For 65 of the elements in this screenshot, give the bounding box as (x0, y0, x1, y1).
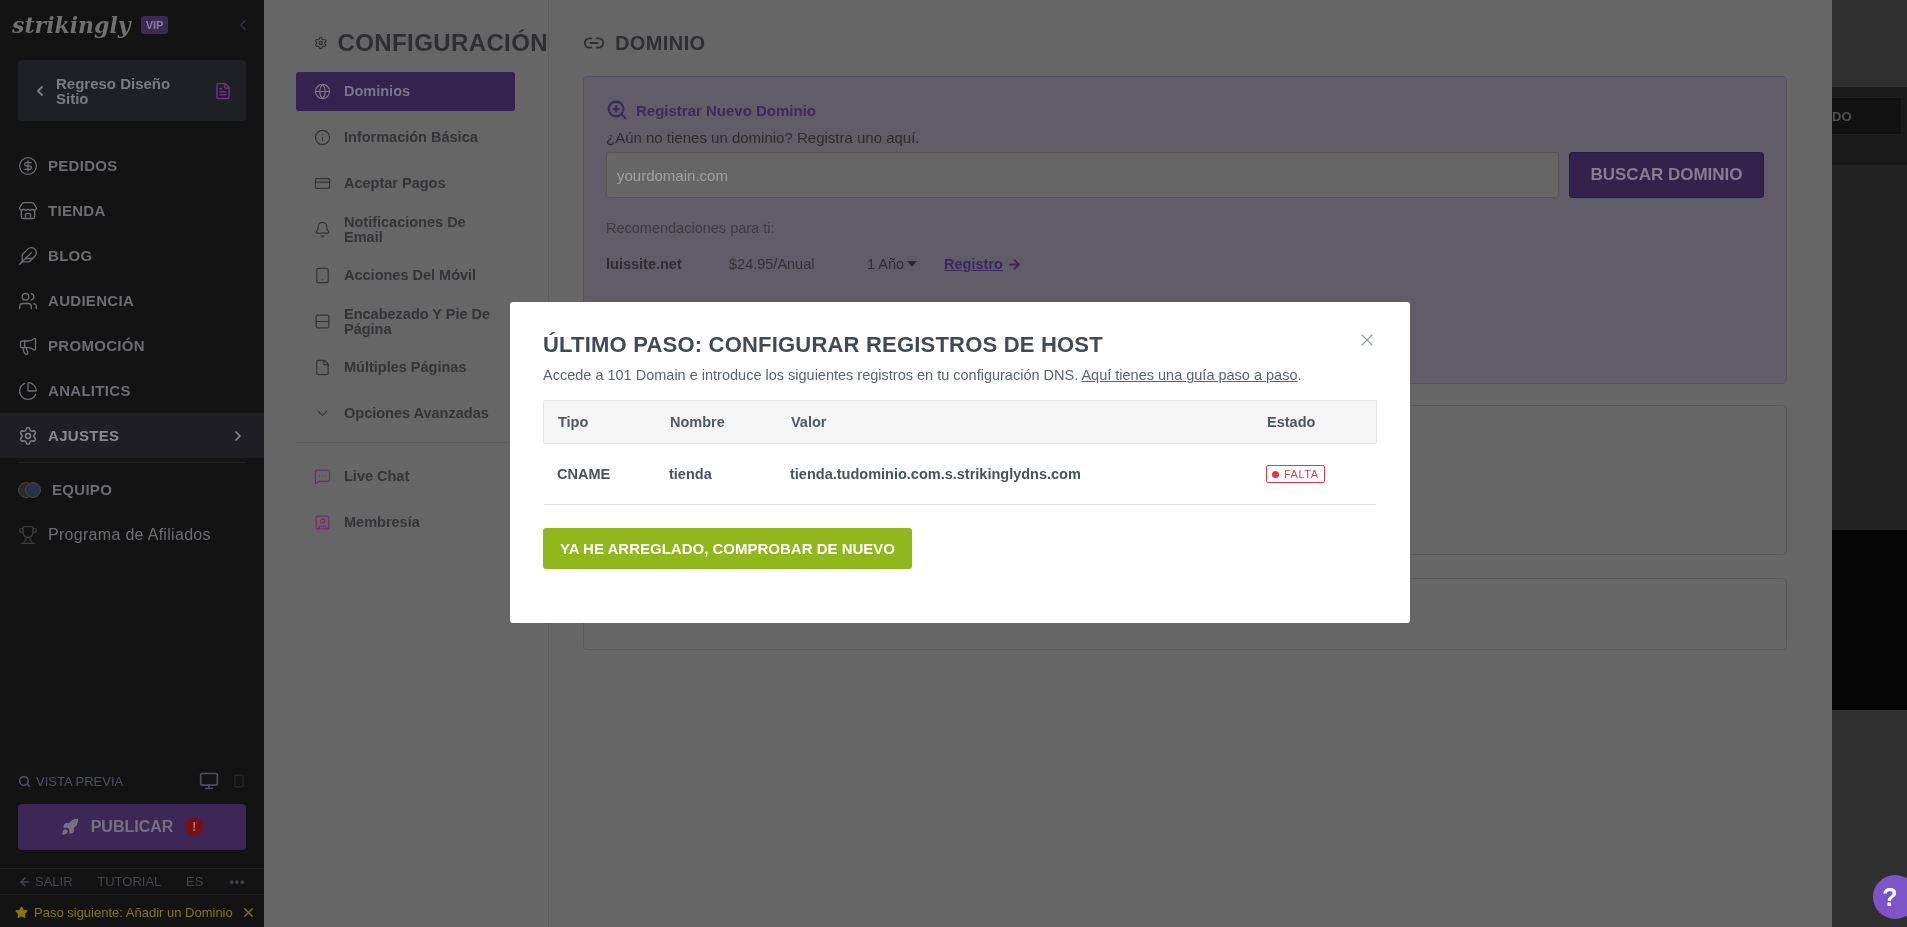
globe-icon (314, 83, 331, 100)
table-cell-text: CNAME (557, 466, 612, 482)
sidebar-item[interactable]: BLOG (0, 233, 264, 278)
star-icon (15, 905, 28, 919)
sidebar-item[interactable]: TIENDA (0, 188, 264, 233)
language-link[interactable]: ES (186, 874, 204, 889)
sidebar-item[interactable]: Programa de Afiliados (0, 512, 264, 557)
table-cell-text: tienda.tudominio.com.s.strikinglydns.com (790, 466, 1082, 482)
check-again-button[interactable]: YA HE ARREGLADO, COMPROBAR DE NUEVO (543, 528, 913, 569)
users-icon (18, 290, 38, 311)
preview-label[interactable]: VISTA PREVIA (36, 773, 194, 789)
column-header: Valor (791, 414, 828, 430)
status-badge: FALTA (1266, 465, 1325, 483)
settings-icon (18, 425, 38, 446)
search-icon (18, 774, 31, 788)
dialog-title: ÚLTIMO PASO: CONFIGURAR REGISTROS DE HOST (543, 332, 1103, 358)
tablet-icon (314, 267, 331, 284)
card-icon (314, 175, 331, 192)
page-icon (314, 359, 331, 376)
tutorial-link[interactable]: TUTORIAL (97, 874, 162, 889)
register-subtitle: ¿Aún no tienes un dominio? Registra uno aquí. (606, 129, 921, 146)
trophy-icon (18, 524, 38, 545)
caret-icon (906, 260, 919, 268)
chat-icon (314, 468, 331, 485)
preview-button[interactable]: DO (1832, 97, 1902, 135)
alert-badge: ! (185, 818, 204, 836)
user-square-icon (314, 514, 331, 531)
logo: strikingly (12, 12, 131, 38)
sidebar-item[interactable]: PROMOCIÓN (0, 323, 264, 368)
table-cell-text: tienda (669, 466, 713, 482)
domain-input[interactable]: yourdomain.com (606, 152, 1559, 198)
document-icon (214, 81, 232, 100)
sidebar-item[interactable]: AUDIENCIA (0, 278, 264, 323)
tip-text: Paso siguiente: Añadir un Dominio (34, 905, 234, 919)
settings-title: CONFIGURACIÓN (337, 29, 548, 57)
column-header: Tipo (558, 414, 590, 430)
vip-badge: VIP (140, 16, 169, 34)
sidebar-item[interactable]: AJUSTES (0, 413, 264, 458)
feather-icon (18, 245, 38, 266)
back-button[interactable]: Regreso Diseño Sitio (18, 60, 246, 121)
pie-chart-icon (18, 380, 38, 401)
store-icon (18, 200, 38, 221)
column-header: Nombre (670, 414, 726, 430)
exit-link[interactable]: SALIR (18, 874, 73, 889)
column-header: Estado (1267, 414, 1317, 430)
arrow-right-icon (1006, 256, 1022, 272)
search-domain-button[interactable]: BUSCAR DOMINIO (1569, 152, 1764, 198)
settings-nav-item[interactable]: Dominios (296, 72, 515, 111)
publish-button[interactable]: PUBLICAR ! (18, 804, 246, 850)
register-link[interactable]: Registro (944, 256, 1022, 272)
zoom-in-icon (606, 99, 628, 121)
bell-icon (314, 221, 331, 238)
rocket-icon (60, 818, 79, 836)
dollar-icon (18, 155, 38, 176)
sidebar-item[interactable]: EQUIPO (0, 467, 264, 512)
info-icon (314, 129, 331, 146)
avatars-icon (18, 480, 42, 499)
megaphone-icon (18, 335, 38, 356)
dialog-description: Accede a 101 Domain e introduce los siguientes registros en tu configuración DNS. Aquí tienes una guía paso a paso. (543, 367, 1303, 383)
monitor-icon[interactable] (199, 771, 219, 791)
domain-title: DOMINIO (615, 31, 706, 55)
rows-icon (314, 313, 331, 330)
sidebar-item[interactable]: ANALITICS (0, 368, 264, 413)
guide-link[interactable]: Aquí tienes una guía paso a paso (1081, 367, 1298, 383)
sidebar-item[interactable]: PEDIDOS (0, 143, 264, 188)
